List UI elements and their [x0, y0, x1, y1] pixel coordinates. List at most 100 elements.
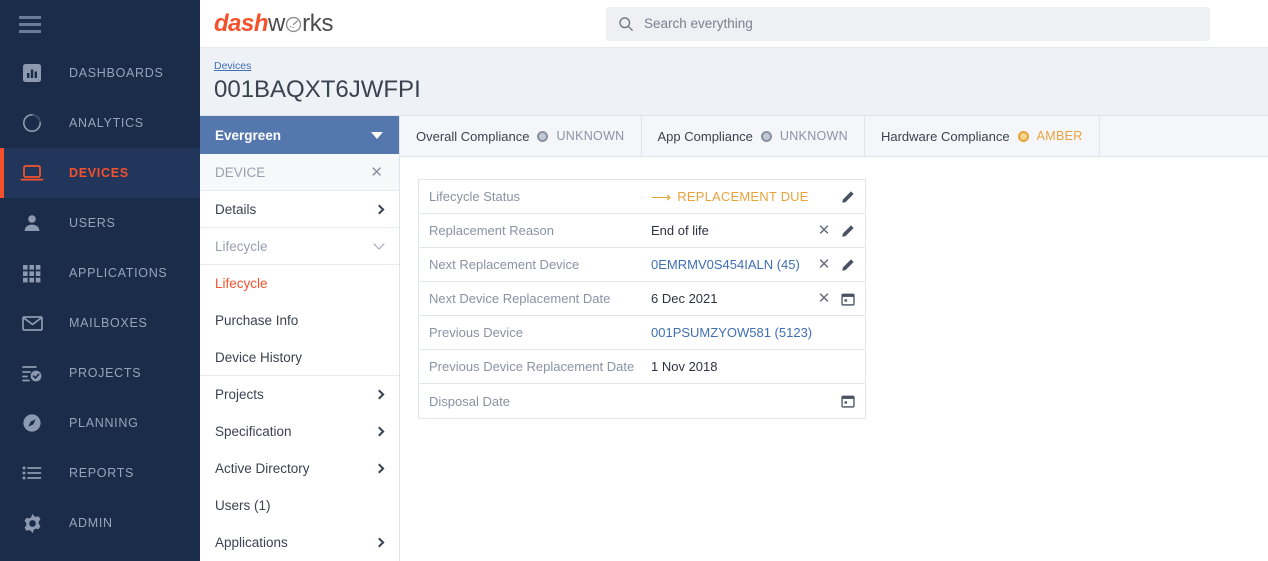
- tab-label: App Compliance: [657, 128, 753, 144]
- chevron-right-icon: [374, 389, 385, 400]
- table-cell-key: Previous Device: [429, 325, 523, 340]
- page-header: Devices 001BAQXT6JWFPI: [200, 48, 1268, 116]
- table-cell-value-text: 1 Nov 2018: [651, 359, 718, 374]
- subnav-item-label: Details: [215, 201, 257, 217]
- main-area: dash w rks Search everything Devices 001…: [200, 0, 1268, 561]
- envelope-icon: [19, 310, 45, 336]
- close-icon[interactable]: ✕: [370, 165, 383, 180]
- subnav-item-users[interactable]: Users (1): [200, 487, 399, 524]
- edit-icon[interactable]: [841, 258, 855, 272]
- table-row: Lifecycle Status ⟶ REPLACEMENT DUE: [419, 180, 865, 214]
- logo-text-w: w: [268, 9, 286, 37]
- clear-icon[interactable]: ✕: [817, 291, 831, 306]
- tab-hardware-compliance[interactable]: Hardware Compliance AMBER: [865, 116, 1100, 156]
- edit-icon[interactable]: [841, 224, 855, 238]
- subnav-item-details[interactable]: Details: [200, 191, 399, 228]
- lifecycle-table: Lifecycle Status ⟶ REPLACEMENT DUE Replacem…: [418, 179, 866, 419]
- table-row: Disposal Date: [419, 384, 865, 418]
- sidebar-item-applications[interactable]: APPLICATIONS: [0, 248, 200, 298]
- table-row-actions: ✕: [817, 257, 865, 272]
- sidebar-item-admin[interactable]: ADMIN: [0, 498, 200, 548]
- dashworks-logo[interactable]: dash w rks: [214, 10, 384, 38]
- person-icon: [19, 210, 45, 236]
- tab-label: Overall Compliance: [416, 128, 530, 144]
- hamburger-menu-button[interactable]: [0, 0, 200, 48]
- table-cell-key: Previous Device Replacement Date: [429, 359, 635, 374]
- table-cell-value: ⟶ REPLACEMENT DUE: [651, 189, 841, 204]
- lifecycle-panel: Lifecycle Status ⟶ REPLACEMENT DUE Replacem…: [400, 157, 1268, 419]
- search-input[interactable]: [644, 16, 1198, 31]
- table-row: Next Replacement Device 0EMRMV0S454IALN (…: [419, 248, 865, 282]
- table-cell-key: Replacement Reason: [429, 223, 555, 238]
- tab-overall-compliance[interactable]: Overall Compliance UNKNOWN: [400, 116, 642, 156]
- breadcrumb-devices[interactable]: Devices: [214, 60, 251, 72]
- compliance-tabbar: Overall Compliance UNKNOWN App Compliance U…: [400, 116, 1268, 157]
- subnav-item-applications[interactable]: Applications: [200, 524, 399, 561]
- subnav-item-label: Projects: [215, 387, 264, 402]
- table-row-actions: ✕: [817, 291, 865, 306]
- edit-icon[interactable]: [841, 190, 855, 204]
- sidebar-item-label: MAILBOXES: [69, 316, 148, 330]
- table-cell-key: Disposal Date: [429, 393, 510, 409]
- caret-down-icon: [371, 131, 383, 139]
- sidebar-item-devices[interactable]: DEVICES: [0, 148, 200, 198]
- table-cell-value: End of life: [651, 223, 817, 238]
- project-selector-label: Evergreen: [215, 127, 282, 143]
- subnav-item-active-directory[interactable]: Active Directory: [200, 450, 399, 487]
- table-cell-value-text: REPLACEMENT DUE: [677, 189, 809, 204]
- subnav-item-specification[interactable]: Specification: [200, 413, 399, 450]
- search-bar[interactable]: [606, 6, 1210, 41]
- hamburger-icon: [19, 15, 41, 33]
- subnav-section-lifecycle-label: Lifecycle: [215, 238, 268, 254]
- sidebar-item-label: ANALYTICS: [69, 116, 144, 130]
- logo-text-dash: dash: [214, 9, 269, 37]
- subnav-section-lifecycle[interactable]: Lifecycle: [200, 228, 399, 265]
- compass-icon: [19, 410, 45, 436]
- status-dot-unknown: [760, 130, 772, 142]
- sidebar-item-users[interactable]: USERS: [0, 198, 200, 248]
- table-row-actions: ✕: [817, 223, 865, 238]
- sidebar-item-label: DASHBOARDS: [69, 66, 164, 80]
- table-row: Next Device Replacement Date 6 Dec 2021 ✕: [419, 282, 865, 316]
- table-cell-value-text: End of life: [651, 223, 709, 238]
- sidebar-item-mailboxes[interactable]: MAILBOXES: [0, 298, 200, 348]
- sidebar-item-dashboards[interactable]: DASHBOARDS: [0, 48, 200, 98]
- list-icon: [19, 460, 45, 486]
- table-cell-value[interactable]: 001PSUMZYOW581 (5123): [651, 325, 855, 340]
- tab-status: UNKNOWN: [556, 129, 625, 143]
- subnav-item-lifecycle[interactable]: Lifecycle: [200, 265, 399, 302]
- subnav-item-projects[interactable]: Projects: [200, 376, 399, 413]
- checklist-icon: [19, 360, 45, 386]
- subnav-item-label: Active Directory: [215, 461, 310, 476]
- clear-icon[interactable]: ✕: [817, 223, 831, 238]
- subnav-item-purchase-info[interactable]: Purchase Info: [200, 302, 399, 339]
- calendar-icon[interactable]: [841, 292, 855, 306]
- chevron-down-icon: [373, 238, 385, 250]
- tab-app-compliance[interactable]: App Compliance UNKNOWN: [642, 116, 865, 156]
- sidebar-item-label: REPORTS: [69, 466, 135, 480]
- sidebar-item-planning[interactable]: PLANNING: [0, 398, 200, 448]
- status-dot-amber: [1017, 130, 1029, 142]
- table-row: Previous Device 001PSUMZYOW581 (5123): [419, 316, 865, 350]
- sidebar-item-reports[interactable]: REPORTS: [0, 448, 200, 498]
- table-cell-value-text: 001PSUMZYOW581 (5123): [651, 325, 813, 340]
- clear-icon[interactable]: ✕: [817, 257, 831, 272]
- subnav-section-device[interactable]: DEVICE ✕: [200, 154, 399, 191]
- project-selector[interactable]: Evergreen: [200, 116, 399, 154]
- arrow-right-icon: ⟶: [651, 189, 672, 204]
- gauge-icon: [285, 12, 302, 32]
- table-row-actions: [841, 394, 865, 408]
- table-cell-value[interactable]: 0EMRMV0S454IALN (45): [651, 257, 817, 272]
- subnav-item-device-history[interactable]: Device History: [200, 339, 399, 376]
- sidebar-item-label: PROJECTS: [69, 366, 142, 380]
- sidebar-item-projects[interactable]: PROJECTS: [0, 348, 200, 398]
- table-cell-value: 6 Dec 2021: [651, 291, 817, 306]
- table-row: Replacement Reason End of life ✕: [419, 214, 865, 248]
- app-root: DASHBOARDS ANALYTICS DEVICES USERS APPLICATI…: [0, 0, 1268, 561]
- donut-chart-icon: [19, 110, 45, 136]
- sidebar-item-label: DEVICES: [69, 166, 129, 180]
- sidebar-item-analytics[interactable]: ANALYTICS: [0, 98, 200, 148]
- status-dot-unknown: [537, 130, 549, 142]
- table-cell-key: Next Device Replacement Date: [429, 291, 611, 306]
- calendar-icon[interactable]: [841, 394, 855, 408]
